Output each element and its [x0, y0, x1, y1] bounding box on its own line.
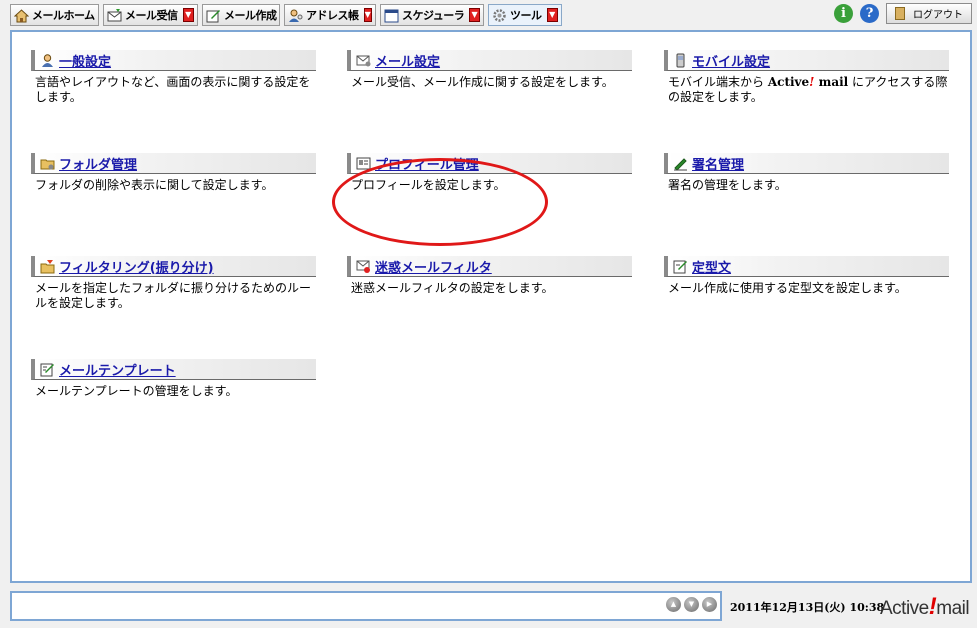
gear-icon	[492, 8, 507, 23]
item-description: モバイル端末から Active! mail にアクセスする際の設定をします。	[664, 71, 949, 105]
tab-mail-compose[interactable]: メール作成	[202, 4, 280, 26]
desc-text: モバイル端末から	[668, 75, 768, 89]
item-header: フィルタリング(振り分け)	[31, 256, 316, 277]
item-header: プロフィール管理	[347, 153, 632, 174]
mail-icon	[356, 53, 371, 68]
item-header: メールテンプレート	[31, 359, 316, 380]
chevron-down-icon[interactable]: ▼	[363, 8, 372, 22]
status-bar: ▲ ▼ ▶ 2011年12月13日(火) 10:38 Active!mail	[0, 585, 977, 628]
status-message-area	[10, 591, 722, 621]
logo-text: Active	[880, 598, 929, 619]
settings-item-general: 一般設定 言語やレイアウトなど、画面の表示に関する設定をします。	[31, 50, 316, 105]
item-description: 署名の管理をします。	[668, 178, 787, 192]
mobile-phone-icon	[673, 53, 688, 68]
inbox-icon	[107, 8, 122, 23]
home-icon	[13, 8, 30, 23]
mail-template-link[interactable]: メールテンプレート	[59, 360, 176, 379]
pen-icon	[673, 156, 688, 171]
calendar-icon	[384, 8, 399, 23]
item-header: メール設定	[347, 50, 632, 71]
tab-label: メール作成	[224, 9, 277, 22]
chevron-down-icon[interactable]: ▼	[546, 8, 558, 22]
general-settings-link[interactable]: 一般設定	[59, 51, 111, 70]
tab-scheduler[interactable]: スケジューラ ▼	[380, 4, 484, 26]
folder-icon	[40, 156, 55, 171]
item-header: フォルダ管理	[31, 153, 316, 174]
compose-icon	[206, 8, 221, 23]
signature-management-link[interactable]: 署名管理	[692, 154, 744, 173]
tab-mail-receive[interactable]: メール受信 ▼	[103, 4, 198, 26]
item-header: モバイル設定	[664, 50, 949, 71]
item-description: 言語やレイアウトなど、画面の表示に関する設定をします。	[35, 75, 311, 104]
item-description: メールを指定したフォルダに振り分けるためのルールを設定します。	[35, 281, 312, 310]
settings-item-mail-template: メールテンプレート メールテンプレートの管理をします。	[31, 359, 316, 399]
logo-text: mail	[936, 598, 970, 619]
folder-management-link[interactable]: フォルダ管理	[59, 154, 137, 173]
settings-item-profile: プロフィール管理 プロフィールを設定します。	[347, 153, 632, 193]
tab-mail-home[interactable]: メールホーム	[10, 4, 99, 26]
spam-mail-icon	[356, 259, 371, 274]
item-header: 迷惑メールフィルタ	[347, 256, 632, 277]
chevron-down-icon[interactable]: ▼	[469, 8, 480, 22]
active-mail-logo: Active!mail	[880, 593, 970, 621]
settings-item-mobile: モバイル設定 モバイル端末から Active! mail にアクセスする際の設定…	[664, 50, 949, 105]
tab-label: スケジューラ	[402, 9, 465, 22]
tools-panel: 一般設定 言語やレイアウトなど、画面の表示に関する設定をします。 メール設定 メ…	[10, 30, 972, 583]
settings-item-spam-filter: 迷惑メールフィルタ 迷惑メールフィルタの設定をします。	[347, 256, 632, 296]
filtering-link[interactable]: フィルタリング(振り分け)	[59, 257, 214, 276]
scroll-up-icon[interactable]: ▲	[666, 597, 681, 612]
address-book-icon	[288, 8, 303, 23]
template-text-icon	[673, 259, 688, 274]
item-header: 署名管理	[664, 153, 949, 174]
tab-label: メール受信	[125, 9, 178, 22]
logout-button[interactable]: ログアウト	[886, 3, 972, 24]
settings-item-boilerplate: 定型文 メール作成に使用する定型文を設定します。	[664, 256, 949, 296]
user-icon	[40, 53, 55, 68]
item-description: メール作成に使用する定型文を設定します。	[668, 281, 907, 295]
mail-settings-link[interactable]: メール設定	[375, 51, 440, 70]
mobile-settings-link[interactable]: モバイル設定	[692, 51, 770, 70]
chevron-down-icon[interactable]: ▼	[182, 8, 194, 22]
info-icon[interactable]: i	[834, 4, 853, 23]
tab-tools[interactable]: ツール ▼	[488, 4, 562, 26]
scroll-down-icon[interactable]: ▼	[684, 597, 699, 612]
active-mail-name: Active! mail	[768, 75, 848, 89]
item-description: 迷惑メールフィルタの設定をします。	[351, 281, 554, 295]
item-description: プロフィールを設定します。	[351, 178, 506, 192]
logout-label: ログアウト	[913, 10, 963, 21]
brand-text: Active	[767, 75, 810, 89]
next-icon[interactable]: ▶	[702, 597, 717, 612]
boilerplate-link[interactable]: 定型文	[692, 257, 731, 276]
filter-folder-icon	[40, 259, 55, 274]
door-icon	[895, 7, 905, 20]
spam-filter-link[interactable]: 迷惑メールフィルタ	[375, 257, 492, 276]
item-header: 定型文	[664, 256, 949, 277]
top-toolbar: メールホーム メール受信 ▼ メール作成 アドレス帳 ▼ スケジューラ ▼ ツー…	[0, 0, 977, 30]
mail-template-icon	[40, 362, 55, 377]
tab-label: ツール	[510, 9, 542, 22]
datetime-display: 2011年12月13日(火) 10:38	[730, 601, 885, 614]
profile-card-icon	[356, 156, 371, 171]
tab-label: メールホーム	[32, 9, 95, 22]
item-description: メール受信、メール作成に関する設定をします。	[351, 75, 614, 89]
help-icon[interactable]: ?	[860, 4, 879, 23]
profile-management-link[interactable]: プロフィール管理	[375, 154, 479, 173]
tab-address-book[interactable]: アドレス帳 ▼	[284, 4, 376, 26]
brand-text: mail	[814, 75, 849, 89]
settings-item-mail: メール設定 メール受信、メール作成に関する設定をします。	[347, 50, 632, 90]
settings-item-folder: フォルダ管理 フォルダの削除や表示に関して設定します。	[31, 153, 316, 193]
tab-label: アドレス帳	[306, 9, 359, 22]
item-header: 一般設定	[31, 50, 316, 71]
item-description: メールテンプレートの管理をします。	[35, 384, 238, 398]
item-description: フォルダの削除や表示に関して設定します。	[35, 178, 274, 192]
settings-item-filtering: フィルタリング(振り分け) メールを指定したフォルダに振り分けるためのルールを設…	[31, 256, 316, 311]
settings-item-signature: 署名管理 署名の管理をします。	[664, 153, 949, 193]
